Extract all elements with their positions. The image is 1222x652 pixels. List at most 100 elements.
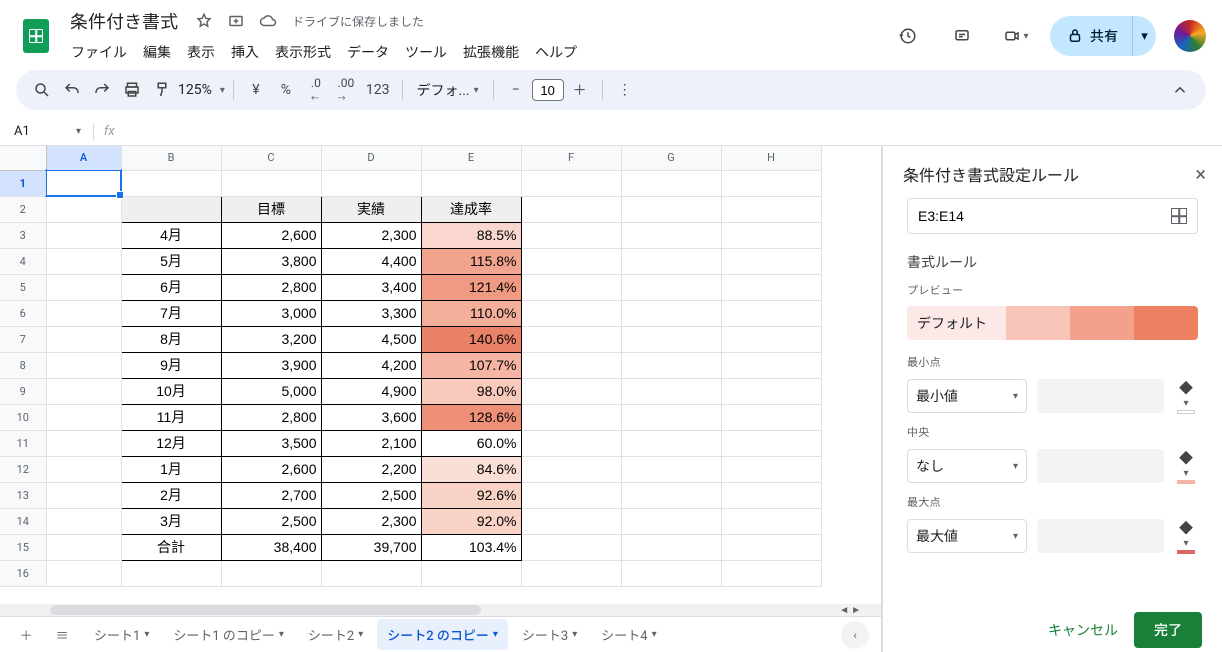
row-header-2[interactable]: 2 xyxy=(0,196,46,222)
cell-A14[interactable] xyxy=(46,508,121,534)
close-icon[interactable]: × xyxy=(1195,162,1206,186)
cell-F8[interactable] xyxy=(521,352,621,378)
cell-G8[interactable] xyxy=(621,352,721,378)
cell-C15[interactable]: 38,400 xyxy=(221,534,321,560)
cell-D6[interactable]: 3,300 xyxy=(321,300,421,326)
cell-G14[interactable] xyxy=(621,508,721,534)
col-header-G[interactable]: G xyxy=(621,146,721,170)
cell-B4[interactable]: 5月 xyxy=(121,248,221,274)
cell-G7[interactable] xyxy=(621,326,721,352)
cell-D2[interactable]: 実績 xyxy=(321,196,421,222)
minpoint-select[interactable]: 最小値▾ xyxy=(907,379,1027,413)
move-icon[interactable] xyxy=(224,9,248,33)
cell-E11[interactable]: 60.0% xyxy=(421,430,521,456)
cell-E10[interactable]: 128.6% xyxy=(421,404,521,430)
minpoint-value[interactable] xyxy=(1037,379,1164,413)
cell-G13[interactable] xyxy=(621,482,721,508)
sheet-tab[interactable]: シート2 のコピー▾ xyxy=(377,619,508,650)
cloud-saved-icon[interactable] xyxy=(256,9,280,33)
cell-G10[interactable] xyxy=(621,404,721,430)
cell-H15[interactable] xyxy=(721,534,821,560)
cell-H7[interactable] xyxy=(721,326,821,352)
cell-C14[interactable]: 2,500 xyxy=(221,508,321,534)
cell-C16[interactable] xyxy=(221,560,321,586)
menu-表示形式[interactable]: 表示形式 xyxy=(268,38,338,66)
cell-B11[interactable]: 12月 xyxy=(121,430,221,456)
cell-B13[interactable]: 2月 xyxy=(121,482,221,508)
cell-C3[interactable]: 2,600 xyxy=(221,222,321,248)
menu-拡張機能[interactable]: 拡張機能 xyxy=(456,38,526,66)
cell-G4[interactable] xyxy=(621,248,721,274)
row-header-16[interactable]: 16 xyxy=(0,560,46,586)
cell-F16[interactable] xyxy=(521,560,621,586)
print-button[interactable] xyxy=(118,76,146,104)
cell-D10[interactable]: 3,600 xyxy=(321,404,421,430)
increase-decimal-button[interactable]: .00→ xyxy=(332,76,360,104)
cell-G9[interactable] xyxy=(621,378,721,404)
cell-F1[interactable] xyxy=(521,170,621,196)
col-header-E[interactable]: E xyxy=(421,146,521,170)
cell-C4[interactable]: 3,800 xyxy=(221,248,321,274)
sheets-logo[interactable] xyxy=(16,16,56,56)
sheet-tab[interactable]: シート1▾ xyxy=(84,619,159,650)
gradient-preview[interactable]: デフォルト xyxy=(907,306,1198,340)
undo-button[interactable] xyxy=(58,76,86,104)
redo-button[interactable] xyxy=(88,76,116,104)
cell-F13[interactable] xyxy=(521,482,621,508)
cell-C13[interactable]: 2,700 xyxy=(221,482,321,508)
cell-A7[interactable] xyxy=(46,326,121,352)
cell-H9[interactable] xyxy=(721,378,821,404)
cell-C1[interactable] xyxy=(221,170,321,196)
paint-format-button[interactable] xyxy=(148,76,176,104)
cell-G12[interactable] xyxy=(621,456,721,482)
cell-G5[interactable] xyxy=(621,274,721,300)
decrease-decimal-button[interactable]: .0← xyxy=(302,76,330,104)
maxpoint-color[interactable]: ◆▾ xyxy=(1174,518,1198,554)
cell-C11[interactable]: 3,500 xyxy=(221,430,321,456)
percent-button[interactable]: % xyxy=(272,76,300,104)
cell-E8[interactable]: 107.7% xyxy=(421,352,521,378)
row-header-8[interactable]: 8 xyxy=(0,352,46,378)
spreadsheet-grid[interactable]: ABCDEFGH12目標実績達成率34月2,6002,30088.5%45月3,… xyxy=(0,146,881,604)
select-range-icon[interactable] xyxy=(1171,208,1187,224)
currency-button[interactable]: ¥ xyxy=(242,76,270,104)
cell-D15[interactable]: 39,700 xyxy=(321,534,421,560)
cell-C6[interactable]: 3,000 xyxy=(221,300,321,326)
cell-C8[interactable]: 3,900 xyxy=(221,352,321,378)
font-size-decrease[interactable]: − xyxy=(502,76,530,104)
cell-D8[interactable]: 4,200 xyxy=(321,352,421,378)
done-button[interactable]: 完了 xyxy=(1134,612,1202,648)
cell-E12[interactable]: 84.6% xyxy=(421,456,521,482)
cell-A2[interactable] xyxy=(46,196,121,222)
cell-B2[interactable] xyxy=(121,196,221,222)
name-box-dropdown[interactable]: ▾ xyxy=(70,126,87,137)
row-header-9[interactable]: 9 xyxy=(0,378,46,404)
font-size-increase[interactable]: ＋ xyxy=(566,76,594,104)
sheet-tab[interactable]: シート4▾ xyxy=(591,619,666,650)
cell-E7[interactable]: 140.6% xyxy=(421,326,521,352)
cell-A6[interactable] xyxy=(46,300,121,326)
cell-A8[interactable] xyxy=(46,352,121,378)
share-dropdown[interactable]: ▾ xyxy=(1132,16,1156,56)
cell-F2[interactable] xyxy=(521,196,621,222)
explore-button[interactable]: ‹ xyxy=(841,621,869,649)
cell-F4[interactable] xyxy=(521,248,621,274)
menu-表示[interactable]: 表示 xyxy=(180,38,222,66)
row-header-12[interactable]: 12 xyxy=(0,456,46,482)
row-header-3[interactable]: 3 xyxy=(0,222,46,248)
cell-D11[interactable]: 2,100 xyxy=(321,430,421,456)
menu-ヘルプ[interactable]: ヘルプ xyxy=(528,38,584,66)
cell-C7[interactable]: 3,200 xyxy=(221,326,321,352)
menu-ツール[interactable]: ツール xyxy=(398,38,454,66)
cell-A10[interactable] xyxy=(46,404,121,430)
cell-B3[interactable]: 4月 xyxy=(121,222,221,248)
more-toolbar-button[interactable]: ⋮ xyxy=(611,76,639,104)
cell-E2[interactable]: 達成率 xyxy=(421,196,521,222)
cell-D1[interactable] xyxy=(321,170,421,196)
cell-H10[interactable] xyxy=(721,404,821,430)
more-formats-button[interactable]: 123 xyxy=(362,76,394,104)
cell-E6[interactable]: 110.0% xyxy=(421,300,521,326)
cell-B5[interactable]: 6月 xyxy=(121,274,221,300)
cell-H5[interactable] xyxy=(721,274,821,300)
all-sheets-button[interactable]: ≡ xyxy=(48,621,76,649)
